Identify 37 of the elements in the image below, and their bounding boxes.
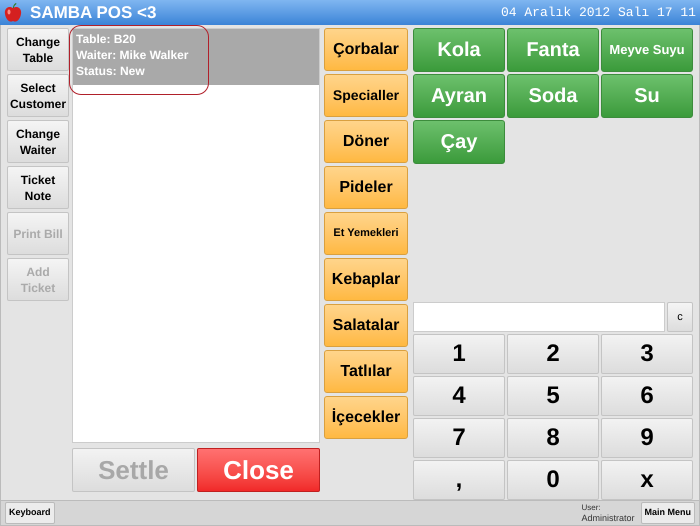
- ticket-action-button[interactable]: Ticket Note: [7, 166, 69, 209]
- ticket-action-button[interactable]: Change Waiter: [7, 120, 69, 163]
- category-button[interactable]: Döner: [324, 120, 408, 163]
- category-button[interactable]: Kebaplar: [324, 258, 408, 301]
- numpad-key[interactable]: 3: [601, 334, 693, 374]
- apple-icon: [4, 2, 22, 22]
- numpad-key[interactable]: 7: [413, 418, 505, 458]
- category-button[interactable]: Çorbalar: [324, 28, 408, 71]
- numpad-key[interactable]: 5: [507, 376, 599, 416]
- numpad-key[interactable]: 8: [507, 418, 599, 458]
- ticket-info-text: Waiter: Mike Walker: [76, 47, 190, 63]
- ticket-info-text: Status: New: [76, 63, 146, 79]
- number-input[interactable]: [413, 302, 665, 332]
- numpad-key[interactable]: x: [601, 460, 693, 500]
- keyboard-button[interactable]: Keyboard: [5, 502, 55, 524]
- window-title: SAMBA POS <3: [30, 2, 156, 24]
- numpad-key[interactable]: ,: [413, 460, 505, 500]
- main-menu-button[interactable]: Main Menu: [640, 502, 695, 524]
- ticket-action-button[interactable]: Select Customer: [7, 74, 69, 117]
- user-name: Administrator: [581, 513, 634, 523]
- numpad-key[interactable]: 1: [413, 334, 505, 374]
- numpad-key[interactable]: 6: [601, 376, 693, 416]
- ticket-action-button[interactable]: Change Table: [7, 28, 69, 71]
- date-time: 04 Aralık 2012 Salı 17 11: [500, 4, 696, 22]
- category-button[interactable]: İçecekler: [324, 396, 408, 439]
- ticket-info-text: Table: B20: [76, 31, 137, 47]
- numpad-key[interactable]: 2: [507, 334, 599, 374]
- category-button[interactable]: Pideler: [324, 166, 408, 209]
- category-button[interactable]: Specialler: [324, 74, 408, 117]
- numpad-key[interactable]: 9: [601, 418, 693, 458]
- category-button[interactable]: Salatalar: [324, 304, 408, 347]
- category-button[interactable]: Et Yemekleri: [324, 212, 408, 255]
- numpad-key[interactable]: 0: [507, 460, 599, 500]
- category-button[interactable]: Tatlılar: [324, 350, 408, 393]
- user-label: User:: [581, 503, 602, 513]
- numpad-key[interactable]: 4: [413, 376, 505, 416]
- clear-button[interactable]: c: [667, 302, 693, 332]
